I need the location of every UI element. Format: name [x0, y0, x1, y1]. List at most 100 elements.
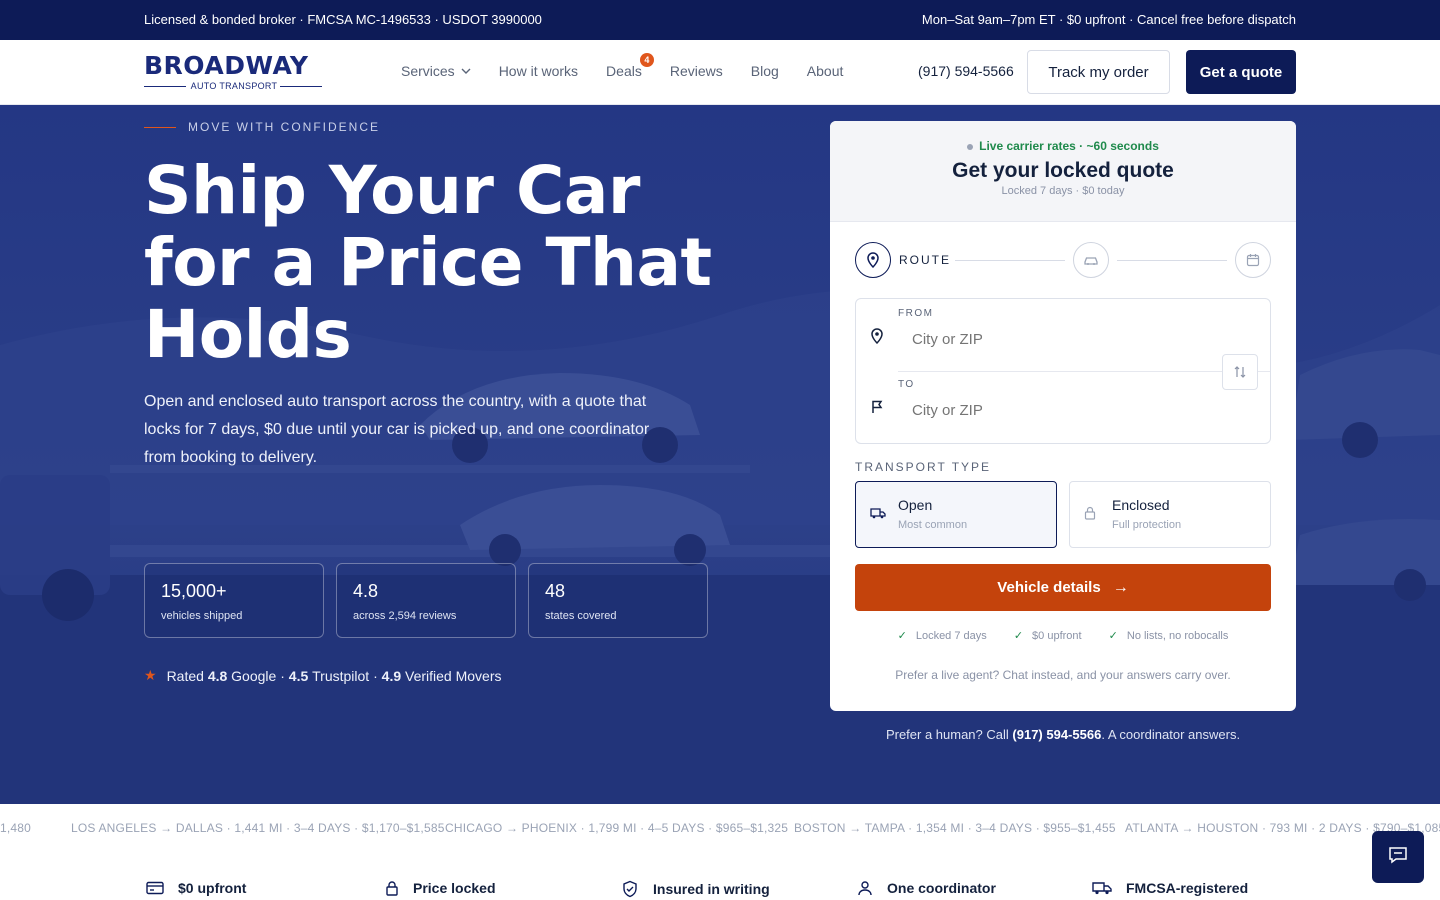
guarantee-item: ✓ Locked 7 days	[892, 630, 993, 642]
routes-ticker: 1,480 LOS ANGELES → DALLAS · 1,441 MI · …	[0, 804, 1440, 850]
nav-item-how-it-works[interactable]: How it works	[499, 63, 578, 79]
hero-headline: Ship Your Car for a Price That Holds	[144, 152, 712, 373]
feature-label: Price locked	[413, 880, 496, 896]
transport-option-sub: Full protection	[1112, 519, 1182, 531]
call-phone-link[interactable]: (917) 594-5566	[1012, 727, 1101, 742]
star-icon: ★	[144, 667, 157, 683]
hero-section: MOVE WITH CONFIDENCE Ship Your Car for a…	[0, 105, 1440, 804]
separator: ·	[280, 667, 285, 684]
check-icon: ✓	[1013, 630, 1024, 642]
transport-option-open[interactable]: Open Most common	[855, 481, 1057, 548]
ticker-item: 1,480	[0, 821, 32, 835]
separator: ·	[373, 667, 378, 684]
live-dot-icon	[967, 143, 974, 150]
get-quote-button[interactable]: Get a quote	[1186, 50, 1296, 94]
truck-icon	[1092, 881, 1112, 895]
eyebrow-text: MOVE WITH CONFIDENCE	[188, 120, 380, 134]
step-connector	[1117, 260, 1227, 261]
call-coordinator-line: Prefer a human? Call (917) 594-5566. A c…	[830, 727, 1296, 742]
swap-locations-button[interactable]	[1222, 354, 1258, 390]
guarantee-item: ✓ No lists, no robocalls	[1103, 630, 1235, 642]
live-rates-indicator: Live carrier rates · ~60 seconds	[830, 121, 1296, 153]
flag-icon	[870, 400, 884, 419]
from-label: FROM	[898, 308, 934, 319]
feature-item: Price locked	[385, 880, 496, 896]
tagline-rule-left	[144, 86, 186, 87]
nav-item-reviews[interactable]: Reviews	[670, 63, 723, 79]
route-fields: FROM TO	[855, 298, 1271, 444]
nav-item-deals[interactable]: Deals 4	[606, 53, 654, 79]
nav-item-blog[interactable]: Blog	[751, 63, 779, 79]
feature-item: Insured in writing	[621, 880, 770, 898]
lock-icon	[1084, 506, 1096, 525]
hero-lead: Open and enclosed auto transport across …	[144, 393, 650, 466]
ticker-item: BOSTON → TAMPA · 1,354 MI · 3–4 DAYS · $…	[794, 821, 1116, 835]
live-agent-link[interactable]: Prefer a live agent? Chat instead, and y…	[830, 668, 1296, 682]
nav-item-services[interactable]: Services	[401, 63, 471, 79]
lock-icon	[385, 880, 399, 896]
to-input[interactable]	[912, 402, 1212, 419]
to-label: TO	[898, 379, 915, 390]
rated-prefix: Rated	[166, 667, 204, 684]
shield-check-icon	[621, 880, 639, 898]
stat-card: 15,000+ vehicles shipped	[144, 563, 324, 638]
nav-item-label: Blog	[750, 63, 779, 79]
stat-label: across 2,594 reviews	[353, 610, 457, 622]
stat-value: 4.8	[353, 581, 379, 601]
from-input[interactable]	[912, 331, 1212, 348]
nav-links: Services How it works Deals 4 Reviews Bl…	[401, 53, 871, 79]
feature-label: $0 upfront	[178, 880, 247, 896]
car-icon[interactable]	[1073, 242, 1109, 278]
brand-tagline: AUTO TRANSPORT	[190, 81, 278, 91]
feature-item: $0 upfront	[146, 880, 246, 896]
quote-card: Live carrier rates · ~60 seconds Get you…	[830, 121, 1296, 711]
verified-label: Verified Movers	[405, 667, 502, 684]
hours-info: Mon–Sat 9am–7pm ET · $0 upfront · Cancel…	[921, 12, 1296, 27]
brand-logo[interactable]: BROADWAY AUTO TRANSPORT	[144, 52, 326, 92]
chevron-down-icon	[461, 66, 471, 77]
nav-item-about[interactable]: About	[807, 63, 844, 79]
hero-eyebrow: MOVE WITH CONFIDENCE	[144, 120, 380, 134]
nav-item-label: Reviews	[669, 63, 723, 79]
ticker-item: CHICAGO → PHOENIX · 1,799 MI · 4–5 DAYS …	[445, 821, 789, 835]
user-icon	[857, 880, 873, 896]
stat-value: 48	[545, 581, 566, 601]
stat-card: 4.8 across 2,594 reviews	[336, 563, 516, 638]
stat-label: states covered	[545, 610, 617, 622]
feature-label: Insured in writing	[653, 881, 770, 897]
features-strip: $0 upfront Price locked Insured in writi…	[0, 850, 1440, 900]
quote-card-title: Get your locked quote	[952, 159, 1174, 182]
feature-label: FMCSA-registered	[1126, 880, 1249, 896]
track-order-button[interactable]: Track my order	[1027, 50, 1170, 94]
live-rates-text: Live carrier rates · ~60 seconds	[979, 139, 1159, 153]
calendar-icon[interactable]	[1235, 242, 1271, 278]
eyebrow-dash	[144, 126, 176, 128]
phone-link[interactable]: (917) 594-5566	[918, 63, 1014, 79]
brand-tagline-row: AUTO TRANSPORT	[144, 81, 324, 91]
feature-label: One coordinator	[887, 880, 996, 896]
transport-option-enclosed[interactable]: Enclosed Full protection	[1069, 481, 1271, 548]
tagline-rule-right	[280, 86, 322, 87]
map-pin-icon[interactable]	[855, 242, 891, 278]
hero-stats: 15,000+ vehicles shipped 4.8 across 2,59…	[144, 563, 720, 638]
nav-item-label: About	[806, 63, 844, 79]
arrow-right-icon: →	[1112, 578, 1129, 596]
step-connector	[955, 260, 1065, 261]
stat-card: 48 states covered	[528, 563, 708, 638]
transport-option-title: Open	[898, 497, 933, 513]
nav-item-label: Deals	[606, 63, 642, 79]
stat-label: vehicles shipped	[161, 610, 243, 622]
guarantees-list: ✓ Locked 7 days ✓ $0 upfront ✓ No lists, no…	[830, 629, 1296, 642]
transport-type-label: TRANSPORT TYPE	[855, 460, 992, 474]
route-divider	[898, 371, 1270, 372]
nav-item-label: Services	[401, 63, 455, 79]
guarantee-text: Locked 7 days	[915, 630, 987, 642]
top-info-bar: Licensed & bonded broker · FMCSA MC-1496…	[0, 0, 1440, 40]
deals-count-badge: 4	[639, 53, 654, 67]
quote-card-subtitle: Locked 7 days · $0 today	[1001, 185, 1125, 197]
google-label: Google	[231, 667, 277, 684]
license-info: Licensed & bonded broker · FMCSA MC-1496…	[144, 12, 542, 27]
guarantee-text: No lists, no robocalls	[1126, 630, 1229, 642]
chat-button[interactable]	[1372, 831, 1424, 883]
vehicle-details-button[interactable]: Vehicle details →	[855, 564, 1271, 611]
